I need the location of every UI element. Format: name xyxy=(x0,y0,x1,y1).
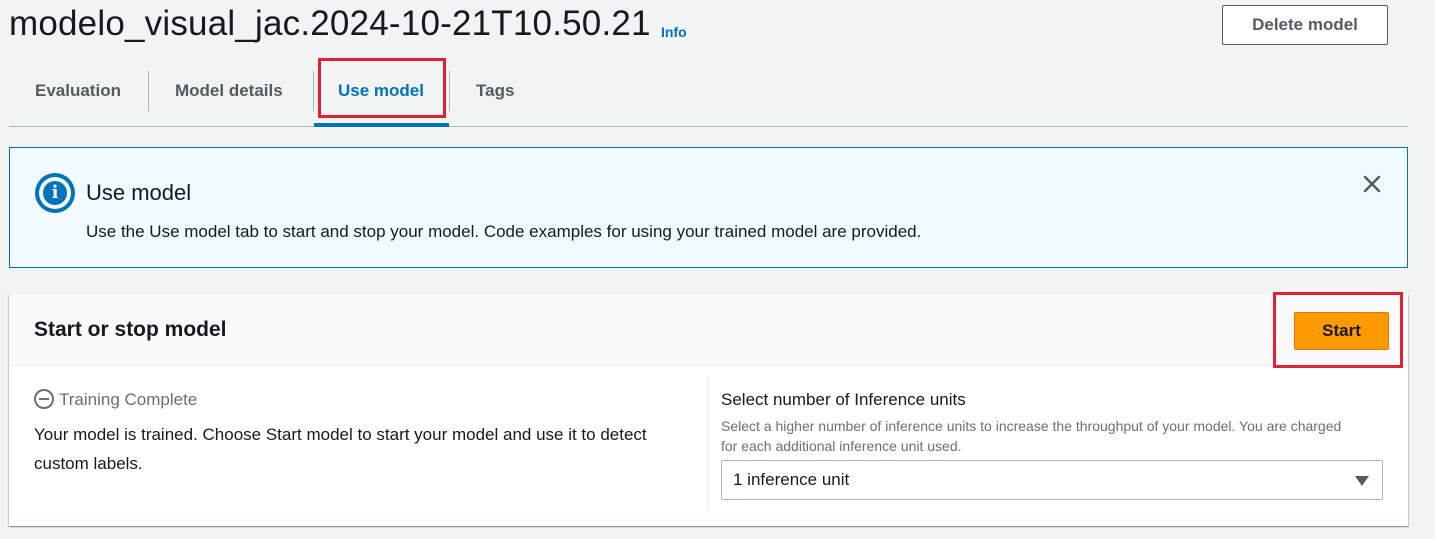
start-stop-model-panel: Start or stop model Start Training Compl… xyxy=(9,294,1408,526)
status-stopped-icon xyxy=(34,388,54,409)
tab-separator xyxy=(449,71,450,111)
active-tab-indicator xyxy=(314,123,449,127)
tab-model-details[interactable]: Model details xyxy=(175,71,283,111)
page-title: modelo_visual_jac.2024-10-21T10.50.21 xyxy=(9,4,651,43)
info-flashbar: i Use model Use the Use model tab to sta… xyxy=(9,147,1408,268)
panel-header: Start or stop model Start xyxy=(9,294,1408,366)
flash-body: Use the Use model tab to start and stop … xyxy=(86,222,922,241)
tab-bar: Evaluation Model details Use model Tags xyxy=(9,58,1408,127)
status-description: Your model is trained. Choose Start mode… xyxy=(34,425,647,473)
column-divider xyxy=(707,376,708,510)
inference-units-select[interactable]: 1 inference unit xyxy=(721,460,1383,500)
tab-tags[interactable]: Tags xyxy=(476,71,514,111)
delete-model-button[interactable]: Delete model xyxy=(1222,5,1388,45)
tab-separator xyxy=(313,71,314,111)
inference-units-value: 1 inference unit xyxy=(733,470,850,489)
close-icon[interactable] xyxy=(1360,172,1384,196)
tab-evaluation[interactable]: Evaluation xyxy=(35,71,121,111)
caret-down-icon xyxy=(1355,476,1369,486)
inference-units-description: Select a higher number of inference unit… xyxy=(721,418,1342,454)
training-status: Training Complete xyxy=(34,388,198,411)
status-label: Training Complete xyxy=(59,390,198,409)
info-link[interactable]: Info xyxy=(661,24,687,40)
flash-title: Use model xyxy=(86,180,192,205)
tab-separator xyxy=(148,71,149,111)
info-icon: i xyxy=(35,173,75,213)
tab-use-model[interactable]: Use model xyxy=(338,71,424,111)
inference-units-label: Select number of Inference units xyxy=(721,390,966,409)
start-model-button[interactable]: Start xyxy=(1294,312,1389,350)
panel-title: Start or stop model xyxy=(34,318,227,341)
